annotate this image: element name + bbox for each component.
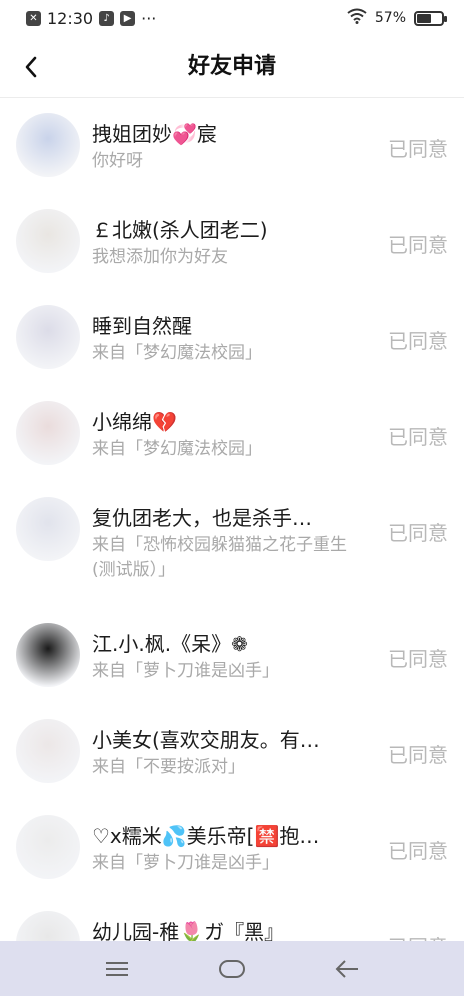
wifi-icon — [347, 8, 367, 28]
avatar[interactable] — [16, 623, 80, 687]
menu-button[interactable] — [97, 949, 137, 989]
request-message: 来自「恐怖校园躲猫猫之花子重生(测试版）」 — [92, 535, 347, 580]
menu-icon — [106, 961, 129, 976]
status-accepted-label: 已同意 — [388, 743, 448, 767]
request-message: 来自「萝卜刀谁是凶手」 — [92, 853, 279, 873]
requester-name: ♡x糯米💦美乐帝[🈲抱… — [92, 824, 320, 848]
close-box-icon: ✕ — [26, 10, 41, 26]
request-row[interactable]: 幼儿园-稚🌷ガ『黑』 已同意 — [0, 897, 464, 941]
requester-name: 睡到自然醒 — [92, 314, 192, 338]
back-nav-button[interactable] — [327, 949, 367, 989]
avatar[interactable] — [16, 401, 80, 465]
status-accepted-label: 已同意 — [388, 839, 448, 863]
request-message: 来自「不要按派对」 — [92, 757, 245, 777]
request-text: 幼儿园-稚🌷ガ『黑』 — [92, 911, 364, 941]
requester-name: 复仇团老大，也是杀手… — [92, 506, 312, 530]
requester-name: 小美女(喜欢交朋友。有… — [92, 728, 320, 752]
friend-request-list[interactable]: 拽姐团妙💞宸 你好呀 已同意 ￡北嫩(杀人团老二) 我想添加你为好友 已同意 睡到自然醒 来自… — [0, 99, 464, 941]
request-text: ♡x糯米💦美乐帝[🈲抱… 来自「萝卜刀谁是凶手」 — [92, 815, 364, 876]
request-text: 睡到自然醒来自「梦幻魔法校园」 — [92, 305, 364, 366]
request-text: 小美女(喜欢交朋友。有… 来自「不要按派对」 — [92, 719, 364, 780]
back-button[interactable] — [14, 50, 48, 84]
header: 好友申请 — [0, 36, 464, 98]
requester-name: 江.小.枫.《呆》❁ — [92, 632, 248, 656]
page-title: 好友申请 — [187, 54, 276, 79]
status-accepted-label: 已同意 — [388, 137, 448, 161]
avatar[interactable] — [16, 113, 80, 177]
status-accepted-label: 已同意 — [388, 425, 448, 449]
status-accepted-label: 已同意 — [388, 521, 448, 545]
request-row[interactable]: 拽姐团妙💞宸 你好呀 已同意 — [0, 99, 464, 195]
tiktok-icon: ♪ — [99, 10, 115, 26]
status-time: 12:30 — [47, 8, 94, 28]
request-message: 我想添加你为好友 — [92, 247, 228, 267]
avatar[interactable] — [16, 815, 80, 879]
status-accepted-label: 已同意 — [388, 911, 448, 941]
battery-icon — [414, 10, 447, 26]
request-row[interactable]: 江.小.枫.《呆》❁ 来自「萝卜刀谁是凶手」 已同意 — [0, 609, 464, 705]
request-text: 复仇团老大，也是杀手… 来自「恐怖校园躲猫猫之花子重生(测试版）」 — [92, 497, 364, 583]
request-row[interactable]: 小美女(喜欢交朋友。有… 来自「不要按派对」 已同意 — [0, 705, 464, 801]
chevron-left-icon — [25, 56, 37, 78]
status-more: ··· — [141, 8, 157, 28]
request-message: 来自「梦幻魔法校园」 — [92, 343, 262, 363]
request-text: 江.小.枫.《呆》❁ 来自「萝卜刀谁是凶手」 — [92, 623, 364, 684]
avatar[interactable] — [16, 305, 80, 369]
status-bar: ✕ 12:30 ♪ ▶ ··· 57% — [0, 0, 464, 36]
status-accepted-label: 已同意 — [388, 233, 448, 257]
requester-name: 拽姐团妙💞宸 — [92, 122, 217, 146]
status-accepted-label: 已同意 — [388, 329, 448, 353]
home-icon — [218, 959, 245, 978]
request-row[interactable]: 复仇团老大，也是杀手… 来自「恐怖校园躲猫猫之花子重生(测试版）」 已同意 — [0, 483, 464, 609]
system-nav-bar — [0, 941, 464, 996]
request-row[interactable]: 睡到自然醒 来自「梦幻魔法校园」 已同意 — [0, 291, 464, 387]
request-text: 小绵绵💔 来自「梦幻魔法校园」 — [92, 401, 364, 462]
request-row[interactable]: 小绵绵💔 来自「梦幻魔法校园」 已同意 — [0, 387, 464, 483]
request-message: 来自「萝卜刀谁是凶手」 — [92, 661, 279, 681]
requester-name: 幼儿园-稚🌷ガ『黑』 — [92, 920, 285, 941]
request-row[interactable]: ￡北嫩(杀人团老二) 我想添加你为好友 已同意 — [0, 195, 464, 291]
avatar[interactable] — [16, 719, 80, 783]
arrow-left-icon — [335, 959, 358, 978]
requester-name: ￡北嫩(杀人团老二) — [92, 218, 268, 242]
requester-name: 小绵绵💔 — [92, 410, 177, 434]
home-button[interactable] — [212, 949, 252, 989]
avatar[interactable] — [16, 209, 80, 273]
request-text: ￡北嫩(杀人团老二) 我想添加你为好友 — [92, 209, 364, 270]
request-text: 拽姐团妙💞宸你好呀 — [92, 113, 364, 174]
status-accepted-label: 已同意 — [388, 647, 448, 671]
avatar[interactable] — [16, 497, 80, 561]
battery-percent: 57% — [374, 10, 406, 26]
request-message: 你好呀 — [92, 151, 143, 171]
avatar[interactable] — [16, 911, 80, 941]
request-message: 来自「梦幻魔法校园」 — [92, 439, 262, 459]
request-row[interactable]: ♡x糯米💦美乐帝[🈲抱… 来自「萝卜刀谁是凶手」 已同意 — [0, 801, 464, 897]
play-icon: ▶ — [120, 10, 136, 26]
